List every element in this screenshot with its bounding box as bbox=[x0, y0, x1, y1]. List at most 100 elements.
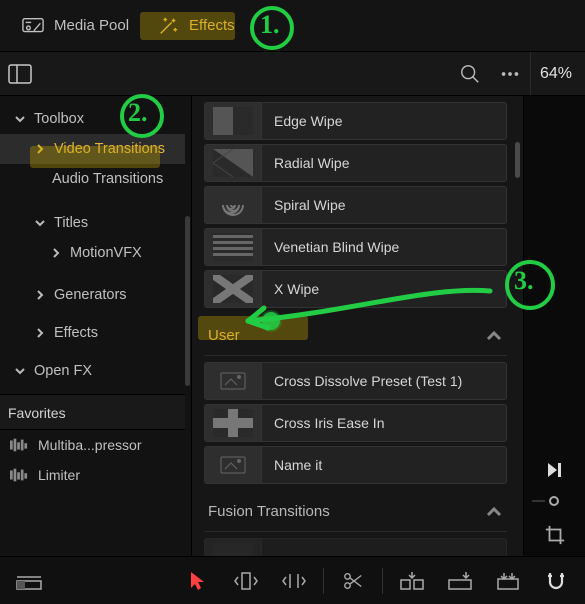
chevron-down-icon bbox=[14, 365, 26, 377]
tree-openfx[interactable]: Open FX bbox=[0, 356, 185, 386]
tree-titles[interactable]: Titles bbox=[0, 208, 185, 238]
overwrite-clip-button[interactable] bbox=[439, 561, 481, 601]
transition-row[interactable]: Cross Iris Ease In bbox=[204, 404, 507, 442]
dynamic-trim-icon bbox=[281, 570, 307, 592]
transition-thumb bbox=[205, 229, 261, 265]
transition-thumb bbox=[205, 363, 261, 399]
tree-toolbox-label: Toolbox bbox=[34, 111, 84, 127]
transition-label bbox=[261, 539, 506, 556]
group-header-fusion[interactable]: Fusion Transitions bbox=[204, 492, 507, 532]
transition-label: Cross Dissolve Preset (Test 1) bbox=[261, 363, 506, 399]
chevron-right-icon bbox=[34, 143, 46, 155]
sidebar-tree: Toolbox Video Transitions Audio Transiti… bbox=[0, 96, 185, 394]
transition-label: Name it bbox=[261, 447, 506, 483]
media-pool-icon bbox=[22, 17, 44, 35]
timeline-strip bbox=[532, 500, 545, 502]
transition-row[interactable]: Cross Dissolve Preset (Test 1) bbox=[204, 362, 507, 400]
tree-generators[interactable]: Generators bbox=[0, 280, 185, 310]
cursor-icon bbox=[189, 570, 207, 592]
crop-icon bbox=[544, 524, 566, 546]
tree-openfx-label: Open FX bbox=[34, 363, 92, 379]
snap-toggle-button[interactable] bbox=[535, 561, 577, 601]
chevron-up-icon bbox=[485, 503, 503, 521]
sub-header-bar: 64% bbox=[0, 52, 585, 96]
tab-media-pool-label: Media Pool bbox=[54, 17, 129, 34]
timeline-view-button[interactable] bbox=[8, 561, 50, 601]
transition-thumb bbox=[205, 447, 261, 483]
replace-clip-button[interactable] bbox=[487, 561, 529, 601]
transition-thumb bbox=[205, 145, 261, 181]
tree-motionvfx[interactable]: MotionVFX bbox=[0, 238, 185, 268]
insert-clip-icon bbox=[399, 570, 425, 592]
magnet-icon bbox=[544, 570, 568, 592]
transition-label: Spiral Wipe bbox=[261, 187, 506, 223]
chevron-down-icon bbox=[14, 113, 26, 125]
transition-label: Venetian Blind Wipe bbox=[261, 229, 506, 265]
tree-audio-transitions[interactable]: Audio Transitions bbox=[0, 164, 185, 194]
transition-row[interactable]: Venetian Blind Wipe bbox=[204, 228, 507, 266]
replace-clip-icon bbox=[495, 570, 521, 592]
chevron-right-icon bbox=[34, 289, 46, 301]
sidebar-scrollbar[interactable] bbox=[185, 216, 190, 386]
transition-row[interactable] bbox=[204, 538, 507, 556]
chevron-right-icon bbox=[34, 327, 46, 339]
tree-titles-label: Titles bbox=[54, 215, 88, 231]
transition-thumb bbox=[205, 103, 261, 139]
audio-fx-icon bbox=[10, 438, 28, 452]
transition-thumb bbox=[205, 539, 261, 556]
main-area: Toolbox Video Transitions Audio Transiti… bbox=[0, 96, 585, 556]
tab-media-pool[interactable]: Media Pool bbox=[8, 11, 143, 41]
transition-label: Radial Wipe bbox=[261, 145, 506, 181]
transition-label: X Wipe bbox=[261, 271, 506, 307]
dual-view-toggle[interactable] bbox=[0, 64, 40, 84]
crop-tool-button[interactable] bbox=[544, 524, 566, 551]
tab-effects[interactable]: Effects bbox=[143, 11, 249, 41]
overwrite-clip-icon bbox=[447, 570, 473, 592]
content-scrollbar[interactable] bbox=[515, 142, 520, 178]
audio-fx-icon bbox=[10, 468, 28, 482]
group-fusion-label: Fusion Transitions bbox=[208, 503, 485, 520]
effects-list: Edge Wipe Radial Wipe Spiral Wipe Veneti… bbox=[192, 96, 523, 556]
trim-icon bbox=[233, 570, 259, 592]
tree-generators-label: Generators bbox=[54, 287, 127, 303]
trim-tool-button[interactable] bbox=[225, 561, 267, 601]
favorite-item[interactable]: Limiter bbox=[0, 460, 185, 490]
blade-tool-button[interactable] bbox=[332, 561, 374, 601]
favorite-item[interactable]: Multiba...pressor bbox=[0, 430, 185, 460]
chevron-down-icon bbox=[34, 217, 46, 229]
timeline-toolbar bbox=[0, 556, 585, 604]
viewer-gutter bbox=[523, 96, 585, 556]
dynamic-trim-button[interactable] bbox=[273, 561, 315, 601]
tree-effects-label: Effects bbox=[54, 325, 98, 341]
transition-row[interactable]: Spiral Wipe bbox=[204, 186, 507, 224]
tree-effects[interactable]: Effects bbox=[0, 318, 185, 348]
selection-tool-button[interactable] bbox=[177, 561, 219, 601]
sidebar: Toolbox Video Transitions Audio Transiti… bbox=[0, 96, 192, 556]
chevron-right-icon bbox=[50, 247, 62, 259]
tree-video-transitions[interactable]: Video Transitions bbox=[0, 134, 185, 164]
transition-thumb bbox=[205, 405, 261, 441]
transition-label: Edge Wipe bbox=[261, 103, 506, 139]
search-button[interactable] bbox=[450, 54, 490, 94]
tree-video-transitions-label: Video Transitions bbox=[54, 141, 165, 157]
next-clip-button[interactable] bbox=[545, 460, 565, 485]
transition-row[interactable]: X Wipe bbox=[204, 270, 507, 308]
playhead-handle[interactable] bbox=[549, 496, 559, 506]
tree-audio-transitions-label: Audio Transitions bbox=[52, 171, 163, 187]
transition-row[interactable]: Name it bbox=[204, 446, 507, 484]
effects-wand-icon bbox=[157, 17, 179, 35]
transition-row[interactable]: Radial Wipe bbox=[204, 144, 507, 182]
favorite-label: Multiba...pressor bbox=[38, 437, 141, 453]
group-header-user[interactable]: User bbox=[204, 316, 507, 356]
transition-label: Cross Iris Ease In bbox=[261, 405, 506, 441]
tree-toolbox[interactable]: Toolbox bbox=[0, 104, 185, 134]
insert-clip-button[interactable] bbox=[391, 561, 433, 601]
more-options-button[interactable] bbox=[490, 54, 530, 94]
top-tab-bar: Media Pool Effects bbox=[0, 0, 585, 52]
chevron-up-icon bbox=[485, 327, 503, 345]
scissors-icon bbox=[342, 570, 364, 592]
skip-next-icon bbox=[545, 460, 565, 480]
zoom-level[interactable]: 64% bbox=[530, 52, 585, 95]
transition-thumb bbox=[205, 187, 261, 223]
transition-row[interactable]: Edge Wipe bbox=[204, 102, 507, 140]
